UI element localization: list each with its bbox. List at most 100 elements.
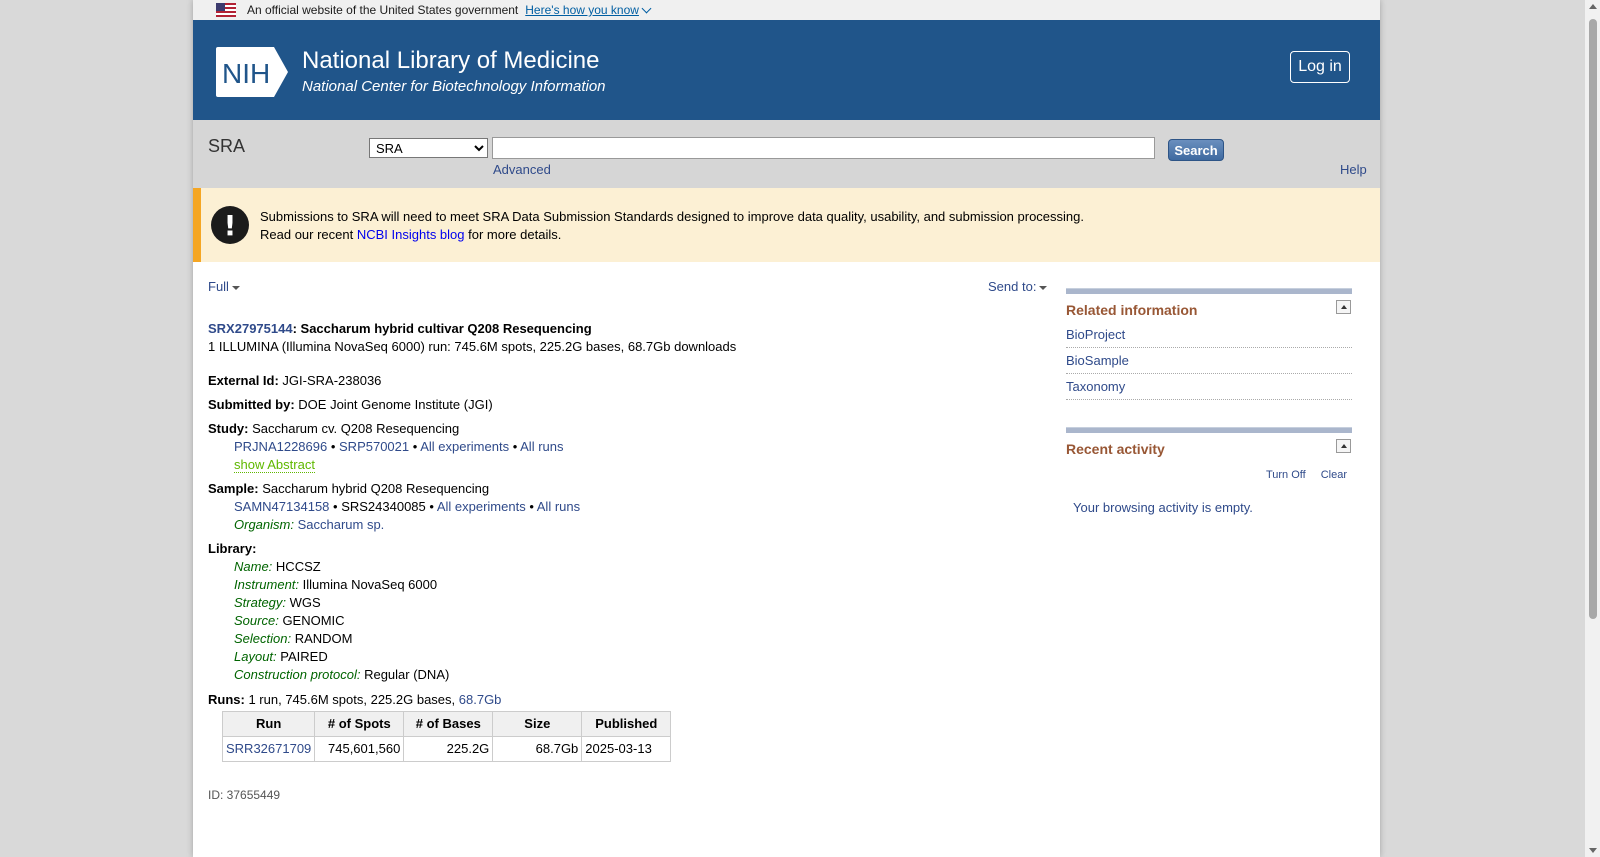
nlm-header: NIH National Library of Medicine Nationa…	[193, 20, 1380, 120]
external-id-label: External Id:	[208, 373, 279, 388]
sample-all-runs-link[interactable]: All runs	[537, 499, 580, 514]
format-label: Full	[208, 279, 229, 294]
advanced-search-link[interactable]: Advanced	[493, 162, 551, 177]
help-link[interactable]: Help	[1340, 162, 1367, 177]
column-header: Published	[581, 711, 672, 737]
chevron-up-icon	[1340, 444, 1347, 448]
library-field-label: Selection:	[234, 631, 292, 646]
record-id: ID: 37655449	[208, 788, 281, 802]
collapse-related-button[interactable]	[1336, 300, 1351, 314]
table-header-row: Run # of Spots # of Bases Size Published	[221, 711, 672, 737]
spots-cell: 745,601,560	[314, 736, 405, 762]
bullet-separator: •	[425, 499, 437, 514]
scroll-up-arrow-icon[interactable]	[1589, 4, 1597, 9]
recent-activity-empty: Your browsing activity is empty.	[1073, 500, 1253, 515]
ncbi-subtitle[interactable]: National Center for Biotechnology Inform…	[302, 78, 606, 95]
submission-alert: ! Submissions to SRA will need to meet S…	[193, 188, 1380, 262]
clear-link[interactable]: Clear	[1321, 469, 1347, 481]
library-field-value: RANDOM	[294, 631, 353, 646]
related-item-bioproject[interactable]: BioProject	[1066, 322, 1352, 348]
nlm-title[interactable]: National Library of Medicine	[302, 47, 599, 75]
library-field: Source: GENOMIC	[234, 612, 1038, 630]
gov-banner-text: An official website of the United States…	[247, 3, 519, 17]
srs-accession: SRS24340085	[341, 499, 426, 514]
library-field: Construction protocol: Regular (DNA)	[234, 666, 1038, 684]
table-row: SRR32671709 745,601,560 225.2G 68.7Gb 20…	[221, 736, 672, 762]
library-field-value: HCCSZ	[275, 559, 321, 574]
scroll-down-arrow-icon[interactable]	[1589, 848, 1597, 853]
sample-all-experiments-link[interactable]: All experiments	[437, 499, 526, 514]
related-information-title: Related information	[1066, 300, 1352, 318]
search-button[interactable]: Search	[1168, 139, 1224, 161]
experiment-accession-link[interactable]: SRX27975144	[208, 321, 293, 336]
format-dropdown[interactable]: Full	[208, 279, 240, 294]
portlet-divider	[1066, 288, 1352, 294]
library-field: Name: HCCSZ	[234, 558, 1038, 576]
library-field-label: Strategy:	[234, 595, 287, 610]
related-item-biosample[interactable]: BioSample	[1066, 348, 1352, 374]
database-select[interactable]: SRA	[369, 138, 488, 158]
library-field-value: Illumina NovaSeq 6000	[302, 577, 438, 592]
sample-value: Saccharum hybrid Q208 Resequencing	[262, 481, 490, 496]
login-button[interactable]: Log in	[1290, 51, 1350, 83]
recent-activity-portlet: Recent activity Turn Off Clear Your brows…	[1066, 427, 1352, 515]
show-abstract-link[interactable]: show Abstract	[234, 457, 315, 473]
exclamation-icon: !	[211, 206, 249, 244]
sample-links: SAMN47134158 • SRS24340085 • All experim…	[208, 498, 1038, 516]
study-value: Saccharum cv. Q208 Resequencing	[252, 421, 460, 436]
study-label: Study:	[208, 421, 249, 436]
study-row: Study: Saccharum cv. Q208 Resequencing	[208, 420, 1038, 438]
caret-down-icon	[231, 285, 240, 290]
collapse-recent-button[interactable]	[1336, 439, 1351, 453]
organism-row: Organism: Saccharum sp.	[208, 516, 1038, 534]
library-details: Name: HCCSZ Instrument: Illumina NovaSeq…	[208, 558, 1038, 684]
bullet-separator: •	[327, 439, 340, 454]
bullet-separator: •	[329, 499, 342, 514]
alert-line-2-pre: Read our recent	[260, 227, 357, 242]
related-information-portlet: Related information BioProject BioSample…	[1066, 288, 1352, 400]
external-id-row: External Id: JGI-SRA-238036	[208, 372, 1038, 390]
record-title: SRX27975144: Saccharum hybrid cultivar Q…	[208, 320, 1038, 338]
library-field-label: Instrument:	[234, 577, 300, 592]
srp-link[interactable]: SRP570021	[339, 439, 409, 454]
run-accession-link[interactable]: SRR32671709	[226, 741, 311, 756]
runs-row: Runs: 1 run, 745.6M spots, 225.2G bases,…	[208, 691, 1038, 709]
ncbi-insights-blog-link[interactable]: NCBI Insights blog	[357, 227, 465, 242]
organism-label: Organism:	[234, 517, 294, 532]
heres-how-you-know-link[interactable]: Here's how you know	[525, 3, 652, 17]
page: An official website of the United States…	[193, 0, 1380, 857]
study-all-experiments-link[interactable]: All experiments	[420, 439, 509, 454]
search-bar: SRA SRA Search Advanced Help	[193, 120, 1380, 188]
related-information-title-text: Related information	[1066, 302, 1198, 318]
column-header: # of Spots	[314, 711, 405, 737]
study-links: PRJNA1228696 • SRP570021 • All experimen…	[208, 438, 1038, 456]
biosample-link[interactable]: SAMN47134158	[234, 499, 329, 514]
sra-record: SRX27975144: Saccharum hybrid cultivar Q…	[208, 320, 1038, 804]
scroll-thumb[interactable]	[1589, 19, 1597, 619]
external-id-value: JGI-SRA-238036	[282, 373, 382, 388]
turn-off-link[interactable]: Turn Off	[1266, 469, 1306, 481]
bullet-separator: •	[509, 439, 521, 454]
study-all-runs-link[interactable]: All runs	[520, 439, 563, 454]
bioproject-link[interactable]: PRJNA1228696	[234, 439, 327, 454]
submitted-by-value: DOE Joint Genome Institute (JGI)	[298, 397, 493, 412]
organism-link[interactable]: Saccharum sp.	[298, 517, 385, 532]
library-field-label: Name:	[234, 559, 273, 574]
runs-table: Run # of Spots # of Bases Size Published…	[221, 711, 672, 762]
database-name: SRA	[208, 136, 246, 156]
library-field: Strategy: WGS	[234, 594, 1038, 612]
runs-download-link[interactable]: 68.7Gb	[459, 692, 502, 707]
related-item-taxonomy[interactable]: Taxonomy	[1066, 374, 1352, 400]
sidebar: Related information BioProject BioSample…	[1066, 288, 1352, 515]
published-cell: 2025-03-13	[581, 736, 672, 762]
sample-label: Sample:	[208, 481, 259, 496]
page-scrollbar[interactable]	[1585, 0, 1600, 857]
nih-logo[interactable]: NIH	[216, 47, 294, 97]
search-input[interactable]	[492, 137, 1155, 159]
portlet-divider	[1066, 427, 1352, 433]
gov-banner: An official website of the United States…	[193, 0, 1380, 20]
heres-how-you-know-label: Here's how you know	[525, 3, 639, 17]
send-to-dropdown[interactable]: Send to:	[988, 279, 1048, 294]
library-field-label: Layout:	[234, 649, 277, 664]
us-flag-icon	[216, 3, 236, 17]
